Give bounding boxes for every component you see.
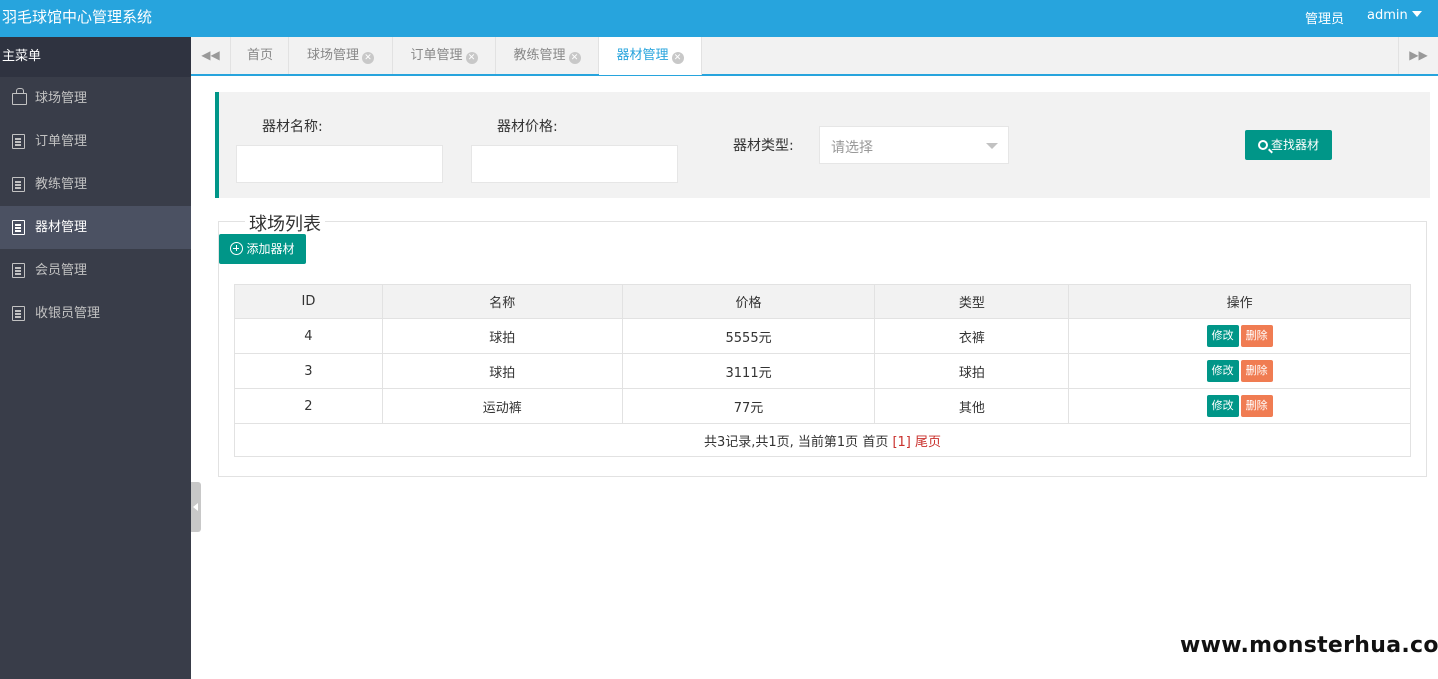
sidebar-item-label: 球场管理 bbox=[35, 91, 88, 106]
cell-id: 2 bbox=[234, 388, 383, 424]
document-icon bbox=[12, 306, 25, 321]
table-row: 4 球拍 5555元 衣裤 修改 删除 bbox=[234, 318, 1411, 354]
sidebar-collapse-handle[interactable] bbox=[191, 482, 201, 532]
cell-actions: 修改 删除 bbox=[1068, 318, 1411, 354]
app-title: 羽毛球馆中心管理系统 bbox=[2, 8, 153, 26]
close-icon[interactable]: ✕ bbox=[568, 52, 581, 64]
column-header: 操作 bbox=[1068, 284, 1411, 319]
tab-label: 首页 bbox=[246, 48, 273, 63]
top-header: 羽毛球馆中心管理系统 管理员 admin bbox=[0, 0, 1438, 37]
search-button[interactable]: 查找器材 bbox=[1245, 130, 1332, 160]
sidebar-item-label: 器材管理 bbox=[35, 220, 88, 235]
tab-label: 订单管理 bbox=[410, 48, 463, 63]
document-icon bbox=[12, 220, 25, 235]
equipment-table: ID 名称 价格 类型 操作 4 球拍 5555元 衣裤 修改 删除 3 球拍 3… bbox=[234, 284, 1411, 457]
tab-label: 器材管理 bbox=[616, 48, 669, 63]
bag-icon bbox=[12, 88, 27, 105]
add-button-label: 添加器材 bbox=[246, 242, 295, 256]
table-row: 3 球拍 3111元 球拍 修改 删除 bbox=[234, 353, 1411, 389]
cell-price: 3111元 bbox=[621, 353, 876, 389]
column-header: 价格 bbox=[621, 284, 876, 319]
tab-court[interactable]: 球场管理 ✕ bbox=[289, 37, 393, 74]
sidebar-item-orders[interactable]: 订单管理 bbox=[0, 120, 191, 163]
pager-row: 共3记录,共1页, 当前第1页 首页 [1] 尾页 bbox=[234, 423, 1411, 457]
cell-price: 5555元 bbox=[621, 318, 876, 354]
column-header: 名称 bbox=[381, 284, 623, 319]
pager: 共3记录,共1页, 当前第1页 首页 [1] 尾页 bbox=[234, 423, 1411, 457]
search-panel: 器材名称: 器材价格: 器材类型: 请选择 查找器材 bbox=[215, 92, 1430, 198]
column-header: ID bbox=[234, 284, 383, 319]
pager-current-page[interactable]: [1] bbox=[892, 435, 910, 450]
list-legend: 球场列表 bbox=[245, 210, 325, 236]
close-icon[interactable]: ✕ bbox=[465, 52, 478, 64]
edit-button[interactable]: 修改 bbox=[1206, 395, 1239, 417]
equipment-price-input[interactable] bbox=[471, 145, 678, 183]
sidebar-item-coaches[interactable]: 教练管理 bbox=[0, 163, 191, 206]
delete-button[interactable]: 删除 bbox=[1240, 360, 1273, 382]
search-button-label: 查找器材 bbox=[1270, 138, 1319, 152]
cell-type: 衣裤 bbox=[874, 318, 1070, 354]
equipment-name-label: 器材名称: bbox=[262, 119, 323, 135]
cell-name: 球拍 bbox=[381, 353, 623, 389]
cell-type: 其他 bbox=[874, 388, 1070, 424]
pager-last-link[interactable]: 尾页 bbox=[915, 435, 941, 450]
equipment-type-select[interactable]: 请选择 bbox=[819, 126, 1009, 164]
caret-down-icon[interactable] bbox=[1412, 11, 1422, 17]
sidebar-item-label: 教练管理 bbox=[35, 177, 88, 192]
tab-label: 教练管理 bbox=[513, 48, 566, 63]
sidebar-item-label: 订单管理 bbox=[35, 134, 88, 149]
cell-id: 3 bbox=[234, 353, 383, 389]
pager-summary: 共3记录,共1页, 当前第1页 bbox=[703, 434, 859, 450]
cell-actions: 修改 删除 bbox=[1068, 353, 1411, 389]
tab-coaches[interactable]: 教练管理 ✕ bbox=[496, 37, 599, 74]
add-circle-icon bbox=[230, 242, 244, 255]
document-icon bbox=[12, 177, 25, 192]
sidebar-item-equipment[interactable]: 器材管理 bbox=[0, 206, 191, 249]
add-equipment-button[interactable]: 添加器材 bbox=[219, 234, 306, 264]
cell-name: 球拍 bbox=[381, 318, 623, 354]
document-icon bbox=[12, 263, 25, 278]
tabs-scroll-left-icon[interactable]: ◀◀ bbox=[191, 37, 231, 74]
sidebar-item-members[interactable]: 会员管理 bbox=[0, 249, 191, 292]
tabs-scroll-right-icon[interactable]: ▶▶ bbox=[1398, 37, 1438, 74]
sidebar-item-label: 会员管理 bbox=[35, 263, 88, 278]
edit-button[interactable]: 修改 bbox=[1206, 360, 1239, 382]
edit-button[interactable]: 修改 bbox=[1206, 325, 1239, 347]
select-placeholder: 请选择 bbox=[831, 140, 873, 156]
tab-orders[interactable]: 订单管理 ✕ bbox=[393, 37, 496, 74]
pager-first-link[interactable]: 首页 bbox=[862, 435, 888, 450]
cell-price: 77元 bbox=[621, 388, 876, 424]
sidebar-item-label: 收银员管理 bbox=[35, 306, 101, 321]
cell-name: 运动裤 bbox=[381, 388, 623, 424]
tab-label: 球场管理 bbox=[306, 48, 359, 63]
close-icon[interactable]: ✕ bbox=[362, 52, 374, 64]
equipment-name-input[interactable] bbox=[236, 145, 443, 183]
cell-actions: 修改 删除 bbox=[1068, 388, 1411, 424]
sidebar: 主菜单 球场管理 订单管理 教练管理 器材管理 会员管理 收银员管理 bbox=[0, 37, 191, 679]
column-header: 类型 bbox=[874, 284, 1070, 319]
close-icon[interactable]: ✕ bbox=[671, 52, 684, 64]
watermark: www.monsterhua.com bbox=[1180, 633, 1438, 658]
table-row: 2 运动裤 77元 其他 修改 删除 bbox=[234, 388, 1411, 424]
equipment-price-label: 器材价格: bbox=[497, 119, 558, 135]
equipment-type-label: 器材类型: bbox=[733, 138, 794, 154]
sidebar-heading: 主菜单 bbox=[0, 37, 191, 77]
tab-bar: ◀◀ 首页 球场管理 ✕ 订单管理 ✕ 教练管理 ✕ 器材管理 ✕ ▶▶ bbox=[191, 37, 1438, 76]
delete-button[interactable]: 删除 bbox=[1240, 395, 1273, 417]
tab-home[interactable]: 首页 bbox=[232, 37, 289, 74]
delete-button[interactable]: 删除 bbox=[1240, 325, 1273, 347]
sidebar-item-court[interactable]: 球场管理 bbox=[0, 77, 191, 120]
search-icon bbox=[1257, 140, 1268, 150]
user-menu[interactable]: admin bbox=[1367, 8, 1408, 23]
sidebar-item-cashiers[interactable]: 收银员管理 bbox=[0, 292, 191, 335]
tab-equipment[interactable]: 器材管理 ✕ bbox=[599, 37, 702, 75]
chevron-down-icon bbox=[986, 143, 998, 149]
table-header-row: ID 名称 价格 类型 操作 bbox=[234, 284, 1411, 319]
role-label: 管理员 bbox=[1305, 12, 1345, 27]
document-icon bbox=[12, 134, 25, 149]
cell-type: 球拍 bbox=[874, 353, 1070, 389]
cell-id: 4 bbox=[234, 318, 383, 354]
